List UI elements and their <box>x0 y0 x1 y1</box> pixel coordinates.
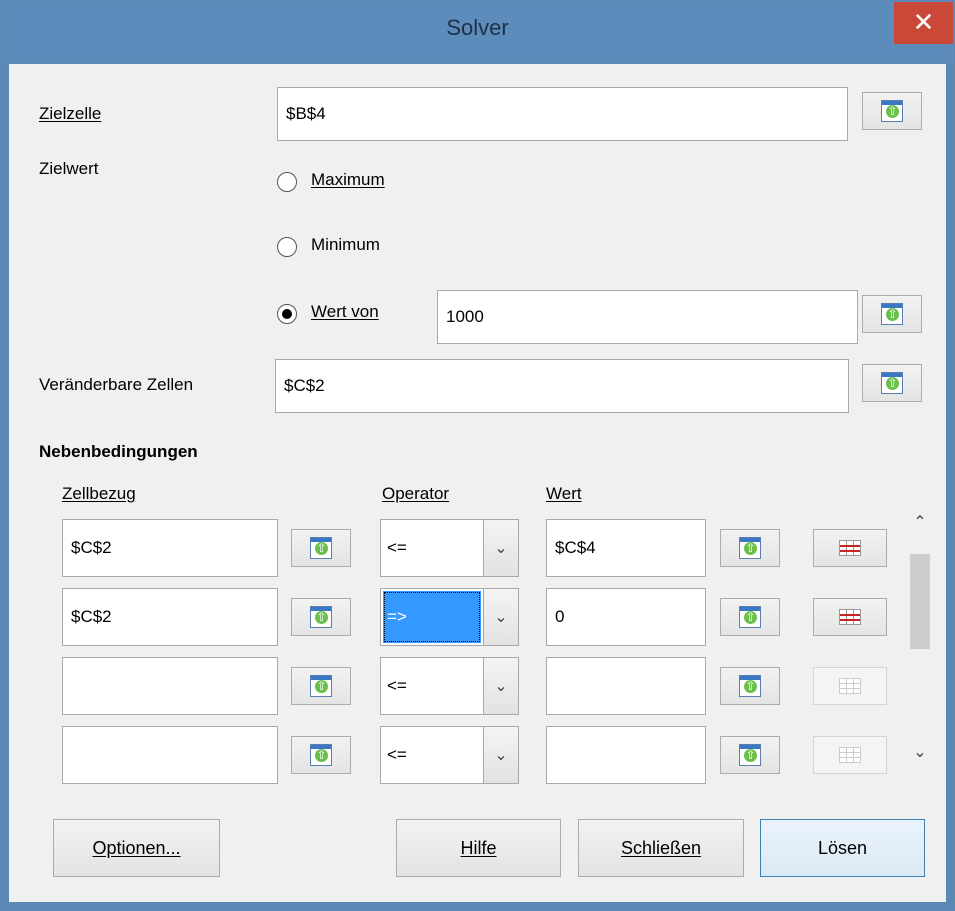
help-button-label: Hilfe <box>460 837 497 858</box>
scroll-down-icon[interactable]: ⌄ <box>902 742 938 772</box>
remove-constraint-button-2[interactable] <box>813 598 887 636</box>
changing-cells-input[interactable]: $C$2 <box>275 359 849 413</box>
chevron-down-icon[interactable]: ⌄ <box>483 658 518 714</box>
constraint-operator-select-2[interactable]: => ⌄ <box>380 588 519 646</box>
value-of-input[interactable]: 1000 <box>437 290 858 344</box>
constraint-cell-shrink-button-4[interactable] <box>291 736 351 774</box>
remove-constraint-button-3 <box>813 667 887 705</box>
target-cell-input[interactable]: $B$4 <box>277 87 848 141</box>
constraint-operator-select-4[interactable]: <= ⌄ <box>380 726 519 784</box>
delete-row-icon <box>839 609 861 625</box>
solve-button[interactable]: Lösen <box>760 819 925 877</box>
target-value-label: Zielwert <box>39 159 99 178</box>
remove-constraint-button-4 <box>813 736 887 774</box>
delete-row-icon <box>839 747 861 763</box>
operator-value: <= <box>387 676 407 695</box>
solve-button-label: Lösen <box>817 837 868 858</box>
close-window-button[interactable]: ✕ <box>894 2 953 44</box>
radio-maximum[interactable] <box>277 172 297 192</box>
constraint-value-shrink-button-1[interactable] <box>720 529 780 567</box>
shrink-icon <box>881 303 903 325</box>
radio-value-of-label[interactable]: Wert von <box>311 302 379 322</box>
close-button[interactable]: Schließen <box>578 819 744 877</box>
constraint-cell-shrink-button-2[interactable] <box>291 598 351 636</box>
target-cell-label: Zielzelle <box>39 104 102 123</box>
radio-value-of[interactable] <box>277 304 297 324</box>
shrink-icon <box>310 606 332 628</box>
title-bar[interactable]: Solver ✕ <box>1 1 954 63</box>
options-button-label: Optionen... <box>92 837 181 858</box>
constraint-value-input-4[interactable] <box>546 726 706 784</box>
shrink-icon <box>739 537 761 559</box>
constraint-cell-shrink-button-1[interactable] <box>291 529 351 567</box>
constraint-value-shrink-button-3[interactable] <box>720 667 780 705</box>
radio-minimum-label[interactable]: Minimum <box>311 235 380 255</box>
chevron-down-icon[interactable]: ⌄ <box>483 727 518 783</box>
constraint-value-input-3[interactable] <box>546 657 706 715</box>
shrink-icon <box>310 744 332 766</box>
value-of-shrink-button[interactable] <box>862 295 922 333</box>
radio-maximum-label[interactable]: Maximum <box>311 170 385 190</box>
column-header-value: Wert <box>546 484 582 503</box>
shrink-icon <box>310 537 332 559</box>
constraint-cell-input-2[interactable]: $C$2 <box>62 588 278 646</box>
options-button[interactable]: Optionen... <box>53 819 220 877</box>
help-button[interactable]: Hilfe <box>396 819 561 877</box>
scroll-up-icon[interactable]: ⌃ <box>902 512 938 542</box>
constraint-value-input-2[interactable]: 0 <box>546 588 706 646</box>
radio-minimum[interactable] <box>277 237 297 257</box>
dialog-body: Zielzelle $B$4 Zielwert Maximum Minimum … <box>9 64 946 902</box>
changing-cells-shrink-button[interactable] <box>862 364 922 402</box>
column-header-cell: Zellbezug <box>62 484 136 503</box>
constraint-operator-select-3[interactable]: <= ⌄ <box>380 657 519 715</box>
solver-dialog: Solver ✕ Zielzelle $B$4 Zielwert Maximum… <box>0 0 955 911</box>
operator-value: <= <box>387 745 407 764</box>
operator-value: <= <box>387 538 407 557</box>
target-cell-shrink-button[interactable] <box>862 92 922 130</box>
shrink-icon <box>739 675 761 697</box>
close-button-label: Schließen <box>620 837 702 858</box>
constraint-value-shrink-button-2[interactable] <box>720 598 780 636</box>
constraint-value-input-1[interactable]: $C$4 <box>546 519 706 577</box>
window-title: Solver <box>446 15 509 40</box>
changing-cells-label: Veränderbare Zellen <box>39 375 194 394</box>
delete-row-icon <box>839 678 861 694</box>
constraint-operator-select-1[interactable]: <= ⌄ <box>380 519 519 577</box>
chevron-down-icon[interactable]: ⌄ <box>483 520 518 576</box>
shrink-icon <box>310 675 332 697</box>
constraints-heading: Nebenbedingungen <box>39 442 198 461</box>
column-header-operator: Operator <box>382 484 450 503</box>
shrink-icon <box>881 100 903 122</box>
constraint-cell-input-4[interactable] <box>62 726 278 784</box>
constraint-cell-input-1[interactable]: $C$2 <box>62 519 278 577</box>
shrink-icon <box>881 372 903 394</box>
shrink-icon <box>739 606 761 628</box>
remove-constraint-button-1[interactable] <box>813 529 887 567</box>
shrink-icon <box>739 744 761 766</box>
constraint-cell-shrink-button-3[interactable] <box>291 667 351 705</box>
delete-row-icon <box>839 540 861 556</box>
scrollbar-thumb[interactable] <box>910 554 930 649</box>
operator-value: => <box>383 591 481 643</box>
constraints-scrollbar[interactable]: ⌃ ⌄ <box>902 512 938 772</box>
chevron-down-icon[interactable]: ⌄ <box>483 589 518 645</box>
constraint-value-shrink-button-4[interactable] <box>720 736 780 774</box>
constraint-cell-input-3[interactable] <box>62 657 278 715</box>
